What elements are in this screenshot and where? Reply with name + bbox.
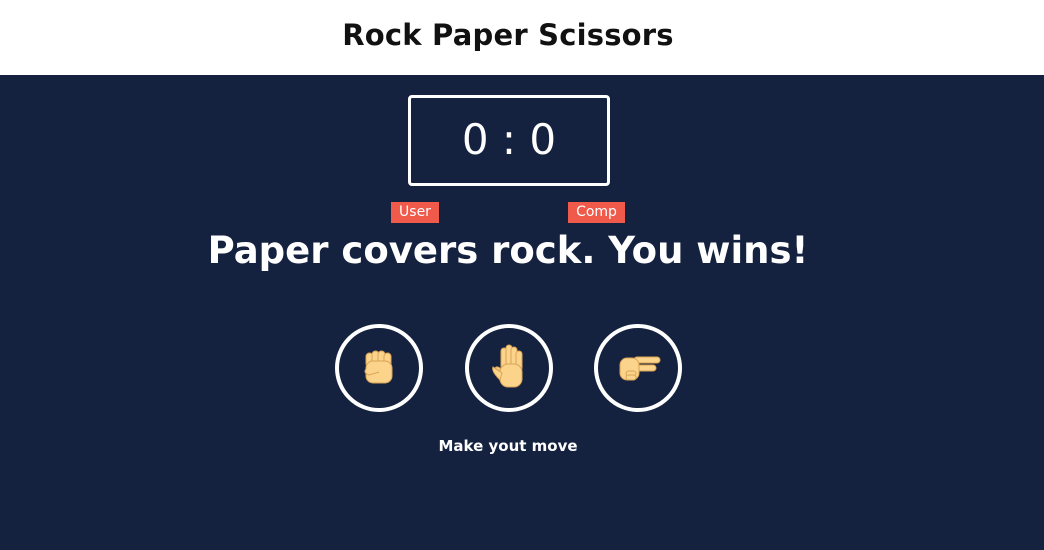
page-title: Rock Paper Scissors	[342, 18, 674, 52]
raised-hand-icon	[492, 344, 523, 388]
rock-button[interactable]	[335, 324, 423, 412]
app-header: Rock Paper Scissors	[0, 0, 1044, 75]
scissors-button[interactable]	[594, 324, 682, 412]
score-display: 0 : 0	[461, 115, 557, 164]
result-message: Paper covers rock. You wins!	[207, 229, 809, 272]
user-score-label: User	[391, 202, 439, 223]
paper-button[interactable]	[465, 324, 553, 412]
game-board: 0 : 0 User Comp Paper covers rock. You w…	[0, 75, 1044, 550]
move-prompt: Make yout move	[438, 437, 578, 455]
raised-fist-icon	[364, 350, 393, 384]
scoreboard: 0 : 0	[408, 95, 610, 186]
comp-score-label: Comp	[568, 202, 625, 223]
victory-hand-icon	[619, 356, 661, 381]
